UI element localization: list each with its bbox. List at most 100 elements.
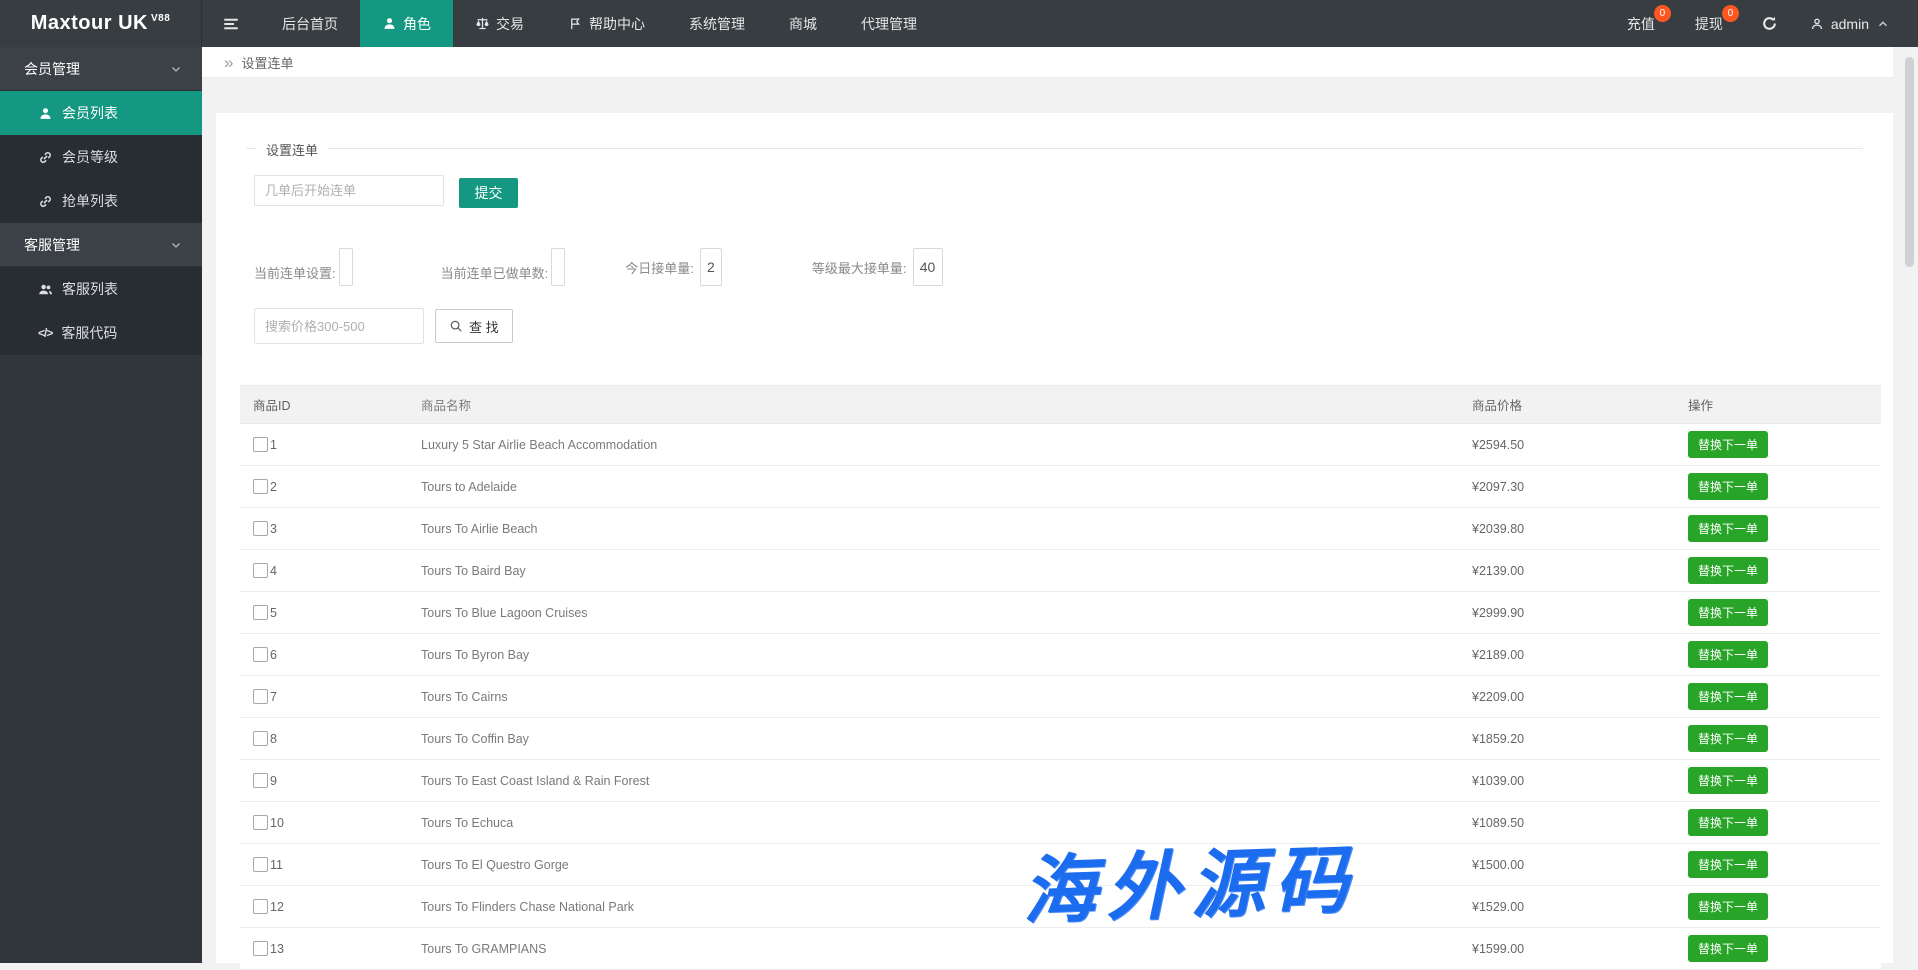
- product-name: Tours To Byron Bay: [408, 648, 1459, 662]
- search-button[interactable]: 查 找: [435, 309, 513, 343]
- sidebar-item-service-code[interactable]: </> 客服代码: [0, 311, 202, 355]
- product-name: Tours To El Questro Gorge: [408, 858, 1459, 872]
- scrollbar-thumb[interactable]: [1905, 57, 1914, 267]
- price-search-input[interactable]: [254, 308, 424, 344]
- sidebar-group-member-management[interactable]: 会员管理: [0, 47, 202, 91]
- recharge-label: 充值: [1627, 14, 1655, 34]
- app-logo-text: Maxtour UK: [31, 12, 148, 35]
- chain-order-fieldset: 设置连单 提交 当前连单设置: 当前连单已做单数: 今日接单量: 等级最大接单量…: [246, 148, 1863, 348]
- row-checkbox[interactable]: [253, 941, 268, 956]
- replace-next-order-button[interactable]: 替换下一单: [1688, 935, 1768, 962]
- menu-toggle-icon[interactable]: [202, 0, 260, 47]
- nav-item-label: 系统管理: [689, 14, 745, 34]
- person-icon: [382, 16, 397, 31]
- withdraw-button[interactable]: 提现 0: [1675, 0, 1743, 47]
- link-icon: [38, 194, 53, 209]
- header-action: 操作: [1675, 395, 1881, 414]
- submit-button[interactable]: 提交: [459, 178, 518, 208]
- sidebar-item-member-list[interactable]: 会员列表: [0, 91, 202, 135]
- row-checkbox[interactable]: [253, 437, 268, 452]
- sidebar-item-member-level[interactable]: 会员等级: [0, 135, 202, 179]
- row-checkbox[interactable]: [253, 689, 268, 704]
- app-logo[interactable]: Maxtour UK V88: [0, 0, 202, 47]
- row-checkbox[interactable]: [253, 563, 268, 578]
- sidebar-item-label: 会员列表: [62, 103, 118, 123]
- table-row: 3 Tours To Airlie Beach ¥2039.80 替换下一单: [240, 508, 1881, 550]
- sidebar-item-label: 会员等级: [62, 147, 118, 167]
- product-name: Tours To Coffin Bay: [408, 732, 1459, 746]
- product-table: 商品ID 商品名称 商品价格 操作 1 Luxury 5 Star Airlie…: [240, 385, 1881, 970]
- nav-item-help-center[interactable]: 帮助中心: [546, 0, 667, 47]
- breadcrumb-title: 设置连单: [241, 53, 293, 72]
- replace-next-order-button[interactable]: 替换下一单: [1688, 851, 1768, 878]
- table-row: 4 Tours To Baird Bay ¥2139.00 替换下一单: [240, 550, 1881, 592]
- table-row: 1 Luxury 5 Star Airlie Beach Accommodati…: [240, 424, 1881, 466]
- row-checkbox[interactable]: [253, 479, 268, 494]
- max-order-count-label: 等级最大接单量:: [812, 258, 907, 277]
- nav-item-mall[interactable]: 商城: [767, 0, 839, 47]
- product-id: 12: [270, 900, 284, 914]
- withdraw-badge: 0: [1722, 5, 1739, 22]
- header-product-price: 商品价格: [1459, 395, 1675, 414]
- replace-next-order-button[interactable]: 替换下一单: [1688, 557, 1768, 584]
- row-checkbox[interactable]: [253, 857, 268, 872]
- chain-done-count-input[interactable]: [551, 248, 565, 286]
- nav-item-roles[interactable]: 角色: [360, 0, 453, 47]
- sidebar-item-service-list[interactable]: 客服列表: [0, 267, 202, 311]
- table-row: 8 Tours To Coffin Bay ¥1859.20 替换下一单: [240, 718, 1881, 760]
- chain-done-count-label: 当前连单已做单数:: [441, 263, 549, 282]
- replace-next-order-button[interactable]: 替换下一单: [1688, 641, 1768, 668]
- person-icon: [1810, 17, 1824, 31]
- product-price: ¥2039.80: [1459, 522, 1675, 536]
- row-checkbox[interactable]: [253, 605, 268, 620]
- today-order-count-input[interactable]: [700, 248, 722, 286]
- product-name: Tours To Airlie Beach: [408, 522, 1459, 536]
- product-price: ¥1859.20: [1459, 732, 1675, 746]
- nav-item-transactions[interactable]: 交易: [453, 0, 546, 47]
- replace-next-order-button[interactable]: 替换下一单: [1688, 599, 1768, 626]
- replace-next-order-button[interactable]: 替换下一单: [1688, 725, 1768, 752]
- row-checkbox[interactable]: [253, 731, 268, 746]
- product-price: ¥1500.00: [1459, 858, 1675, 872]
- header-product-name: 商品名称: [408, 395, 1459, 414]
- table-row: 9 Tours To East Coast Island & Rain Fore…: [240, 760, 1881, 802]
- nav-item-dashboard[interactable]: 后台首页: [260, 0, 360, 47]
- sidebar-group-service-management[interactable]: 客服管理: [0, 223, 202, 267]
- sidebar-item-grab-order-list[interactable]: 抢单列表: [0, 179, 202, 223]
- recharge-button[interactable]: 充值 0: [1607, 0, 1675, 47]
- row-checkbox[interactable]: [253, 647, 268, 662]
- row-checkbox[interactable]: [253, 815, 268, 830]
- row-checkbox[interactable]: [253, 773, 268, 788]
- replace-next-order-button[interactable]: 替换下一单: [1688, 809, 1768, 836]
- search-button-label: 查 找: [469, 317, 499, 336]
- row-checkbox[interactable]: [253, 521, 268, 536]
- row-checkbox[interactable]: [253, 899, 268, 914]
- product-name: Tours To GRAMPIANS: [408, 942, 1459, 956]
- replace-next-order-button[interactable]: 替换下一单: [1688, 515, 1768, 542]
- table-row: 13 Tours To GRAMPIANS ¥1599.00 替换下一单: [240, 928, 1881, 970]
- current-chain-setting-input[interactable]: [339, 248, 353, 286]
- product-price: ¥1089.50: [1459, 816, 1675, 830]
- table-row: 11 Tours To El Questro Gorge ¥1500.00 替换…: [240, 844, 1881, 886]
- content-panel: 设置连单 提交 当前连单设置: 当前连单已做单数: 今日接单量: 等级最大接单量…: [216, 113, 1893, 963]
- user-menu[interactable]: admin: [1796, 0, 1904, 47]
- table-row: 2 Tours to Adelaide ¥2097.30 替换下一单: [240, 466, 1881, 508]
- nav-item-agents[interactable]: 代理管理: [839, 0, 939, 47]
- breadcrumb: » 设置连单: [202, 47, 1918, 78]
- price-search-row: 查 找: [254, 308, 1863, 348]
- nav-item-system[interactable]: 系统管理: [667, 0, 767, 47]
- chain-start-input[interactable]: [254, 175, 444, 206]
- refresh-icon: [1761, 15, 1778, 32]
- sidebar: 会员管理 会员列表 会员等级 抢单列表 客服管理 客服列表 </> 客服代码: [0, 47, 202, 963]
- replace-next-order-button[interactable]: 替换下一单: [1688, 767, 1768, 794]
- replace-next-order-button[interactable]: 替换下一单: [1688, 473, 1768, 500]
- product-price: ¥1529.00: [1459, 900, 1675, 914]
- product-id: 3: [270, 522, 277, 536]
- product-id: 10: [270, 816, 284, 830]
- replace-next-order-button[interactable]: 替换下一单: [1688, 431, 1768, 458]
- max-order-count-input[interactable]: [913, 248, 943, 286]
- refresh-button[interactable]: [1743, 0, 1796, 47]
- replace-next-order-button[interactable]: 替换下一单: [1688, 683, 1768, 710]
- scrollbar-track[interactable]: [1893, 47, 1918, 963]
- replace-next-order-button[interactable]: 替换下一单: [1688, 893, 1768, 920]
